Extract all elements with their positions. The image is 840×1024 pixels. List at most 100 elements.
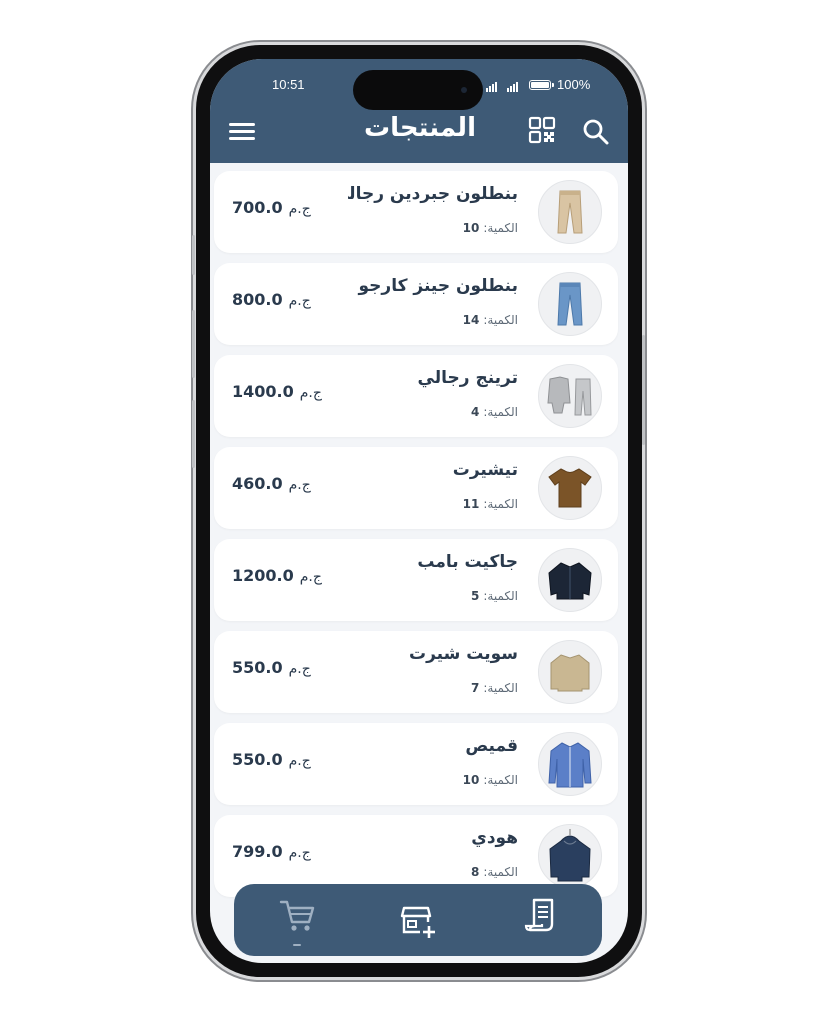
product-price: ج.م 460.0 [232, 474, 311, 493]
product-quantity: الكمية: 7 [471, 681, 518, 695]
product-name: ترينج رجالي [417, 368, 518, 388]
product-price: ج.م 799.0 [232, 842, 311, 861]
product-card[interactable]: تيشيرت الكمية: 11 ج.م 460.0 [214, 447, 618, 529]
quantity-label: الكمية: [483, 681, 518, 695]
product-price: ج.م 550.0 [232, 750, 311, 769]
price-value: 1200.0 [232, 566, 294, 585]
product-quantity: الكمية: 4 [471, 405, 518, 419]
product-quantity: الكمية: 8 [471, 865, 518, 879]
menu-icon[interactable] [229, 121, 257, 141]
product-image [538, 548, 602, 612]
product-card[interactable]: ترينج رجالي الكمية: 4 ج.م 1400.0 [214, 355, 618, 437]
product-name: بنطلون جبردين رجالي [348, 184, 518, 204]
price-value: 1400.0 [232, 382, 294, 401]
cart-icon[interactable] [277, 896, 317, 936]
product-card[interactable]: بنطلون جبردين رجالي الكمية: 10 ج.م 700.0 [214, 171, 618, 253]
jeans-icon [557, 282, 583, 326]
product-name: جاكيت بامب [417, 552, 518, 572]
shirt-icon [548, 742, 592, 788]
phone-side-button [642, 335, 645, 445]
currency: ج.م [288, 477, 311, 493]
product-name: قميص [465, 736, 518, 756]
tracksuit-icon [547, 376, 592, 416]
currency: ج.م [288, 753, 311, 769]
product-image [538, 732, 602, 796]
quantity-value: 10 [462, 773, 480, 787]
product-image [538, 456, 602, 520]
quantity-label: الكمية: [483, 313, 518, 327]
phone-side-button [192, 310, 195, 378]
product-image [538, 364, 602, 428]
signal-icon [507, 82, 518, 92]
quantity-label: الكمية: [483, 405, 518, 419]
search-icon[interactable] [582, 118, 610, 146]
qr-code-icon[interactable] [528, 116, 556, 144]
product-name: بنطلون جينز كارجو [358, 276, 519, 296]
product-price: ج.م 1400.0 [232, 382, 322, 401]
currency: ج.م [288, 661, 311, 677]
quantity-value: 14 [462, 313, 480, 327]
quantity-label: الكمية: [483, 589, 518, 603]
product-price: ج.م 550.0 [232, 658, 311, 677]
price-value: 550.0 [232, 750, 283, 769]
quantity-value: 10 [462, 221, 480, 235]
app-header: 10:51 100% المنتجات [210, 59, 628, 163]
product-price: ج.م 800.0 [232, 290, 311, 309]
phone-side-button [192, 235, 195, 275]
product-name: سويت شيرت [409, 644, 518, 664]
active-tab-indicator [293, 944, 301, 946]
currency: ج.م [299, 569, 322, 585]
price-value: 799.0 [232, 842, 283, 861]
product-card[interactable]: سويت شيرت الكمية: 7 ج.م 550.0 [214, 631, 618, 713]
price-value: 800.0 [232, 290, 283, 309]
product-name: تيشيرت [452, 460, 518, 480]
battery-level [531, 82, 549, 88]
product-image [538, 272, 602, 336]
menu-line [229, 137, 255, 140]
quantity-label: الكمية: [483, 773, 518, 787]
product-card[interactable]: بنطلون جينز كارجو الكمية: 14 ج.م 800.0 [214, 263, 618, 345]
signal-icon [486, 82, 497, 92]
product-price: ج.م 700.0 [232, 198, 311, 217]
price-value: 700.0 [232, 198, 283, 217]
quantity-label: الكمية: [483, 865, 518, 879]
quantity-value: 5 [470, 589, 480, 603]
menu-line [229, 123, 255, 126]
product-quantity: الكمية: 10 [463, 773, 518, 787]
currency: ج.م [288, 293, 311, 309]
camera-dot [461, 87, 467, 93]
status-time: 10:51 [272, 77, 305, 92]
battery-percentage: 100% [557, 77, 591, 92]
currency: ج.م [288, 201, 311, 217]
dynamic-island [353, 70, 483, 110]
product-card[interactable]: قميص الكمية: 10 ج.م 550.0 [214, 723, 618, 805]
sweatshirt-icon [550, 654, 590, 692]
price-value: 550.0 [232, 658, 283, 677]
product-card[interactable]: جاكيت بامب الكمية: 5 ج.م 1200.0 [214, 539, 618, 621]
page-title: المنتجات [364, 113, 476, 143]
product-list[interactable]: بنطلون جبردين رجالي الكمية: 10 ج.م 700.0 [210, 163, 628, 963]
phone-frame: 10:51 100% المنتجات بنطلون جبردين رجالي … [192, 45, 645, 977]
phone-side-button [192, 400, 195, 468]
tshirt-icon [548, 468, 592, 508]
quantity-label: الكمية: [483, 497, 518, 511]
product-image [538, 180, 602, 244]
pants-icon [557, 190, 583, 234]
quantity-value: 8 [470, 865, 480, 879]
quantity-value: 7 [470, 681, 480, 695]
add-store-icon[interactable] [398, 900, 438, 940]
menu-line [229, 130, 255, 133]
price-value: 460.0 [232, 474, 283, 493]
quantity-value: 4 [470, 405, 480, 419]
product-quantity: الكمية: 11 [463, 497, 518, 511]
product-image [538, 640, 602, 704]
receipt-icon[interactable] [522, 896, 562, 936]
quantity-value: 11 [462, 497, 480, 511]
product-quantity: الكمية: 14 [463, 313, 518, 327]
hoodie-icon [549, 829, 591, 882]
product-name: هودي [471, 828, 518, 848]
product-price: ج.م 1200.0 [232, 566, 322, 585]
currency: ج.م [299, 385, 322, 401]
battery-icon [529, 80, 554, 90]
currency: ج.م [288, 845, 311, 861]
